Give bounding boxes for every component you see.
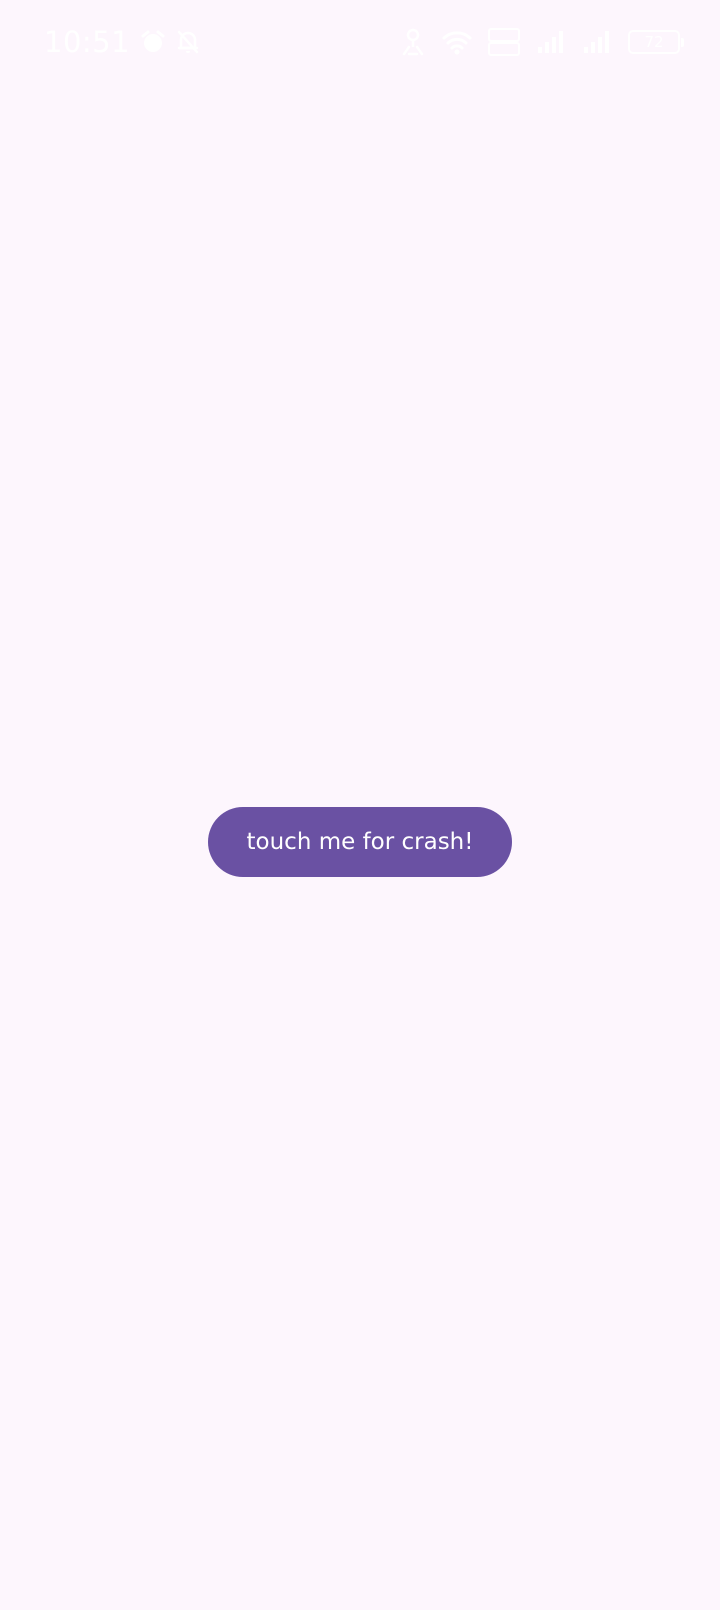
alarm-icon [140,29,166,55]
notifications-off-icon [176,29,200,55]
crash-button[interactable]: touch me for crash! [208,807,512,877]
battery-level: 72 [644,33,664,51]
status-clock: 10:51 [44,25,131,59]
status-bar-left: 10:51 [44,22,200,62]
hd-icon [488,28,520,56]
status-bar: 10:51 72 [0,0,720,84]
signal-icon [536,29,566,55]
status-bar-right: 72 [400,24,684,60]
location-icon [400,27,426,57]
wifi-icon [442,29,472,55]
battery-icon: 72 [628,30,684,54]
signal-icon [582,29,612,55]
